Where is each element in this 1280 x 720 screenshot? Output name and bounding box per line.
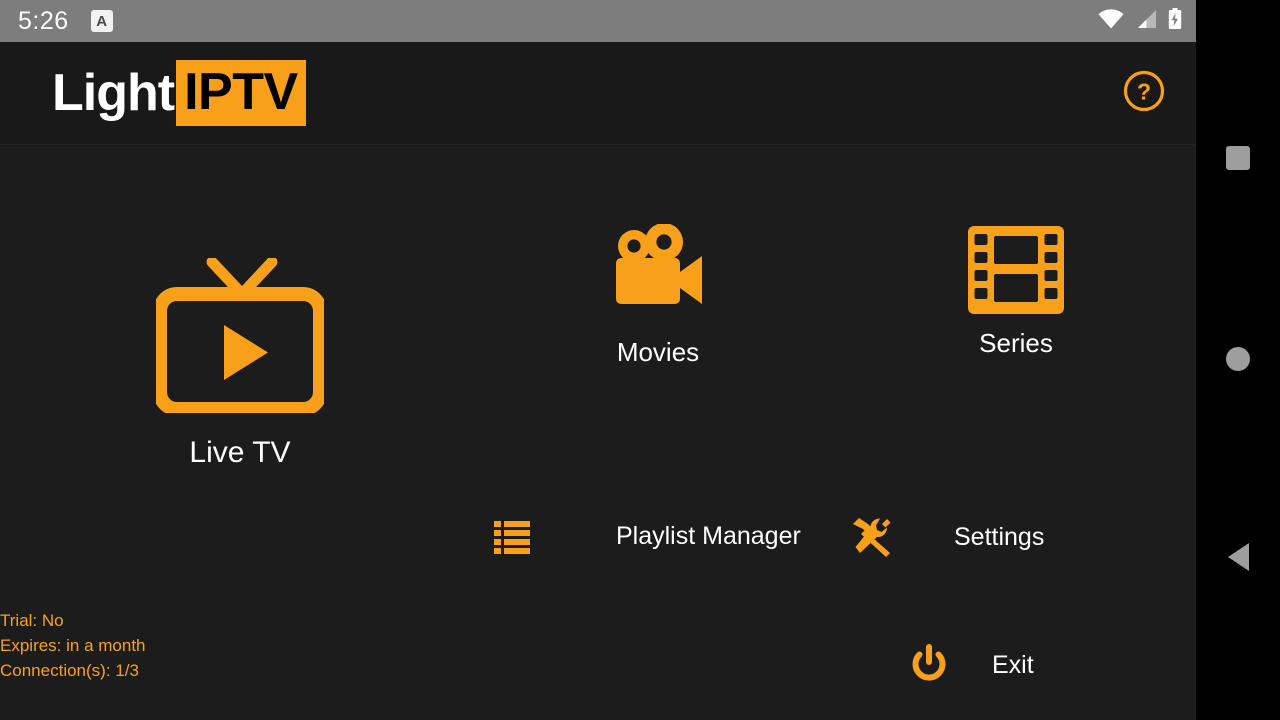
menu-label-exit: Exit <box>992 650 1034 679</box>
account-connections: Connection(s): 1/3 <box>0 661 139 680</box>
help-button[interactable]: ? <box>1122 69 1166 118</box>
tv-play-icon <box>153 256 327 418</box>
tile-series[interactable]: Series <box>936 224 1096 359</box>
help-circle-icon: ? <box>1122 69 1166 118</box>
status-bar-clock: 5:26 <box>18 6 69 35</box>
android-navigation-bar <box>1196 0 1280 720</box>
logo-text-iptv: IPTV <box>176 60 306 126</box>
cellular-signal-icon <box>1135 9 1157 34</box>
status-bar: 5:26 A <box>0 0 1196 42</box>
account-expires: Expires: in a month <box>0 636 146 655</box>
status-bar-icons <box>1098 7 1182 35</box>
app-header: Light IPTV ? <box>0 42 1196 145</box>
screen: 5:26 A Light IPTV ? Live TV Movies Serie… <box>0 0 1280 720</box>
home-circle-icon <box>1226 347 1250 371</box>
menu-label-playlist-manager: Playlist Manager <box>616 521 801 550</box>
tile-label-series: Series <box>979 328 1053 358</box>
nav-recents-button[interactable] <box>1196 137 1280 179</box>
tile-label-movies: Movies <box>616 337 700 367</box>
menu-item-playlist-manager[interactable]: Playlist Manager <box>492 516 801 556</box>
tile-live-tv[interactable]: Live TV <box>138 256 342 470</box>
list-icon <box>494 521 530 554</box>
menu-item-exit[interactable]: Exit <box>908 644 1034 686</box>
svg-text:?: ? <box>1137 78 1151 104</box>
nav-back-button[interactable] <box>1196 536 1280 578</box>
app-content-area: 5:26 A Light IPTV ? Live TV Movies Serie… <box>0 0 1196 720</box>
tile-label-live-tv: Live TV <box>189 436 291 469</box>
movie-camera-icon <box>610 223 706 325</box>
film-strip-icon <box>968 226 1064 314</box>
wifi-icon <box>1098 8 1124 34</box>
main-content: Live TV Movies Series Playlist Manager S… <box>0 146 1196 720</box>
recents-square-icon <box>1226 146 1250 170</box>
menu-label-settings: Settings <box>954 522 1045 551</box>
account-info: Trial: No Expires: in a month Connection… <box>0 608 146 683</box>
logo-text-light: Light <box>52 64 175 122</box>
app-logo: Light IPTV <box>52 60 306 126</box>
account-trial: Trial: No <box>0 611 64 630</box>
battery-charging-icon <box>1168 7 1182 35</box>
tools-icon <box>853 518 891 557</box>
nav-home-button[interactable] <box>1196 338 1280 380</box>
menu-item-settings[interactable]: Settings <box>850 516 1044 558</box>
power-icon <box>912 644 946 681</box>
back-triangle-icon <box>1227 543 1249 571</box>
tile-movies[interactable]: Movies <box>578 223 738 368</box>
input-method-icon: A <box>90 10 113 32</box>
